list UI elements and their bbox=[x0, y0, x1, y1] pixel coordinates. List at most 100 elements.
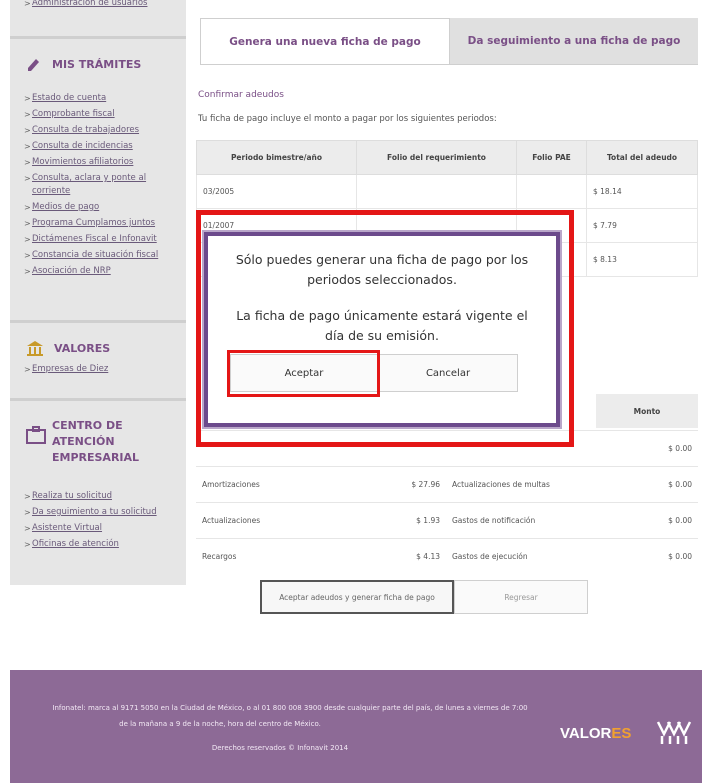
sidebar-item-empresas-diez[interactable]: > Empresas de Diez bbox=[10, 363, 180, 376]
chevron-right-icon: > bbox=[24, 0, 31, 8]
chevron-right-icon: > bbox=[24, 524, 31, 533]
header-total-adeudo: Total del adeudo bbox=[586, 140, 698, 175]
header-folio-pae: Folio PAE bbox=[516, 140, 587, 175]
section-title-line2: EMPRESARIAL bbox=[52, 451, 140, 464]
chevron-right-icon: > bbox=[24, 365, 31, 374]
sidebar-item-label: Empresas de Diez bbox=[32, 364, 109, 374]
dialog-message-line: Sólo puedes generar una ficha de pago po… bbox=[235, 252, 529, 267]
accept-adeudos-button[interactable]: Aceptar adeudos y generar ficha de pago bbox=[260, 580, 454, 614]
table-row: Recargos $ 4.13 Gastos de ejecución $ 0.… bbox=[196, 538, 698, 575]
sidebar-item-movimientos-afiliatorios[interactable]: > Movimientos afiliatorios bbox=[10, 156, 186, 169]
sidebar-item-label: Oficinas de atención bbox=[32, 539, 119, 549]
sidebar-item-medios-pago[interactable]: > Medios de pago bbox=[10, 201, 186, 214]
cell-right-label: Gastos de ejecución bbox=[446, 538, 618, 575]
dialog-cancel-button[interactable]: Cancelar bbox=[378, 354, 518, 392]
sidebar-item-label: Asistente Virtual bbox=[32, 523, 103, 533]
chevron-right-icon: > bbox=[24, 110, 31, 119]
sidebar-item-administracion-usuarios[interactable]: > Administración de usuarios bbox=[10, 0, 180, 10]
sidebar-item-label: Consulta de trabajadores bbox=[32, 125, 140, 135]
tab-seguimiento-ficha[interactable]: Da seguimiento a una ficha de pago bbox=[450, 18, 698, 64]
sidebar-item-oficinas-atencion[interactable]: > Oficinas de atención bbox=[10, 538, 186, 551]
highlight-accept-button bbox=[227, 350, 380, 397]
divider bbox=[200, 64, 698, 65]
section-header-valores: VALORES bbox=[10, 340, 110, 356]
chevron-right-icon: > bbox=[24, 142, 31, 151]
cell-total: $ 18.14 bbox=[586, 174, 698, 209]
chevron-right-icon: > bbox=[24, 219, 31, 228]
chevron-right-icon: > bbox=[24, 126, 31, 135]
section-title: MIS TRÁMITES bbox=[52, 57, 142, 71]
sidebar: > Administración de usuarios MIS TRÁMITES… bbox=[10, 0, 186, 585]
cell-left-label: Recargos bbox=[196, 538, 346, 575]
chevron-right-icon: > bbox=[24, 174, 31, 183]
sidebar-item-constancia[interactable]: > Constancia de situación fiscal bbox=[10, 249, 186, 262]
sidebar-item-cumplamos-juntos[interactable]: > Programa Cumplamos juntos bbox=[10, 217, 186, 230]
sidebar-item-label: Comprobante fiscal bbox=[32, 109, 115, 119]
chevron-right-icon: > bbox=[24, 235, 31, 244]
sidebar-item-label: corriente bbox=[32, 186, 71, 196]
sidebar-item-label: Realiza tu solicitud bbox=[32, 491, 112, 501]
logo-text-orange: ES bbox=[611, 725, 632, 742]
infonavit-logo-icon bbox=[656, 721, 692, 744]
chevron-right-icon: > bbox=[24, 540, 31, 549]
section-title: VALORES bbox=[54, 341, 111, 355]
sidebar-item-label: Consulta de incidencias bbox=[32, 141, 133, 151]
sidebar-item-label: Medios de pago bbox=[32, 202, 100, 212]
sidebar-item-label: Consulta, aclara y ponte al bbox=[32, 173, 147, 183]
sidebar-item-realiza-solicitud[interactable]: > Realiza tu solicitud bbox=[10, 490, 186, 503]
chevron-right-icon: > bbox=[24, 267, 31, 276]
section-header-centro-atencion: CENTRO DE ATENCIÓN EMPRESARIAL bbox=[26, 418, 186, 464]
sidebar-item-comprobante-fiscal[interactable]: > Comprobante fiscal bbox=[10, 108, 186, 121]
cell-left-value: $ 27.96 bbox=[346, 466, 446, 503]
cell-right-value: $ 0.00 bbox=[618, 502, 698, 539]
cell-right-value: $ 0.00 bbox=[618, 538, 698, 575]
footer-contact-line1: Infonatel: marca al 9171 5050 en la Ciud… bbox=[52, 704, 528, 712]
sidebar-item-asociacion-nrp[interactable]: > Asociación de NRP bbox=[10, 265, 186, 278]
dialog-message-line: La ficha de pago únicamente estará vigen… bbox=[236, 308, 528, 323]
sidebar-item-consulta-aclara-cont[interactable]: corriente bbox=[10, 185, 186, 198]
cell-left-value: $ 4.13 bbox=[346, 538, 446, 575]
dialog-message-1: Sólo puedes generar una ficha de pago po… bbox=[208, 250, 556, 290]
cell-total: $ 8.13 bbox=[586, 242, 698, 277]
sidebar-item-label: Administración de usuarios bbox=[32, 0, 148, 8]
sidebar-item-consulta-incidencias[interactable]: > Consulta de incidencias bbox=[10, 140, 186, 153]
pencil-icon bbox=[28, 59, 39, 71]
tab-bar: Genera una nueva ficha de pago Da seguim… bbox=[200, 18, 698, 64]
sidebar-item-seguimiento-solicitud[interactable]: > Da seguimiento a tu solicitud bbox=[10, 506, 186, 519]
sidebar-item-label: Dictámenes Fiscal e Infonavit bbox=[32, 234, 157, 244]
dialog-message-line: periodos seleccionados. bbox=[307, 272, 457, 287]
chevron-right-icon: > bbox=[24, 158, 31, 167]
table-header-row: Periodo bimestre/año Folio del requerimi… bbox=[196, 140, 698, 175]
table-row: Actualizaciones $ 1.93 Gastos de notific… bbox=[196, 502, 698, 539]
chevron-right-icon: > bbox=[24, 492, 31, 501]
sidebar-item-asistente-virtual[interactable]: > Asistente Virtual bbox=[10, 522, 186, 535]
sidebar-item-dictamenes[interactable]: > Dictámenes Fiscal e Infonavit bbox=[10, 233, 186, 246]
sidebar-item-label: Movimientos afiliatorios bbox=[32, 157, 134, 167]
cell-left-label: Amortizaciones bbox=[196, 466, 346, 503]
cell-total: $ 7.79 bbox=[586, 208, 698, 243]
tab-genera-ficha[interactable]: Genera una nueva ficha de pago bbox=[200, 18, 450, 64]
logo-text-white: VALOR bbox=[560, 725, 612, 742]
conceptos-table: $ 0.00 Amortizaciones $ 27.96 Actualizac… bbox=[196, 430, 698, 575]
sidebar-item-consulta-trabajadores[interactable]: > Consulta de trabajadores bbox=[10, 124, 186, 137]
monto-header: Monto bbox=[596, 394, 698, 428]
regresar-button[interactable]: Regresar bbox=[454, 580, 588, 614]
sidebar-item-estado-cuenta[interactable]: > Estado de cuenta bbox=[10, 92, 186, 105]
cell-left-label: Actualizaciones bbox=[196, 502, 346, 539]
cell-right-value: $ 0.00 bbox=[618, 430, 698, 467]
sidebar-item-label: Estado de cuenta bbox=[32, 93, 107, 103]
chevron-right-icon: > bbox=[24, 94, 31, 103]
chevron-right-icon: > bbox=[24, 203, 31, 212]
dialog-message-2: La ficha de pago únicamente estará vigen… bbox=[208, 306, 556, 346]
divider bbox=[10, 398, 186, 401]
sidebar-item-label: Da seguimiento a tu solicitud bbox=[32, 507, 157, 517]
footer: Infonatel: marca al 9171 5050 en la Ciud… bbox=[10, 670, 702, 783]
chevron-right-icon: > bbox=[24, 251, 31, 260]
dialog-message-line: día de su emisión. bbox=[325, 328, 439, 343]
sidebar-item-label: Asociación de NRP bbox=[32, 266, 111, 276]
divider bbox=[10, 36, 186, 39]
cell-right-label: Actualizaciones de multas bbox=[446, 466, 618, 503]
intro-text: Tu ficha de pago incluye el monto a paga… bbox=[198, 114, 497, 124]
sidebar-item-consulta-aclara[interactable]: > Consulta, aclara y ponte al bbox=[10, 172, 186, 185]
header-periodo: Periodo bimestre/año bbox=[196, 140, 357, 175]
